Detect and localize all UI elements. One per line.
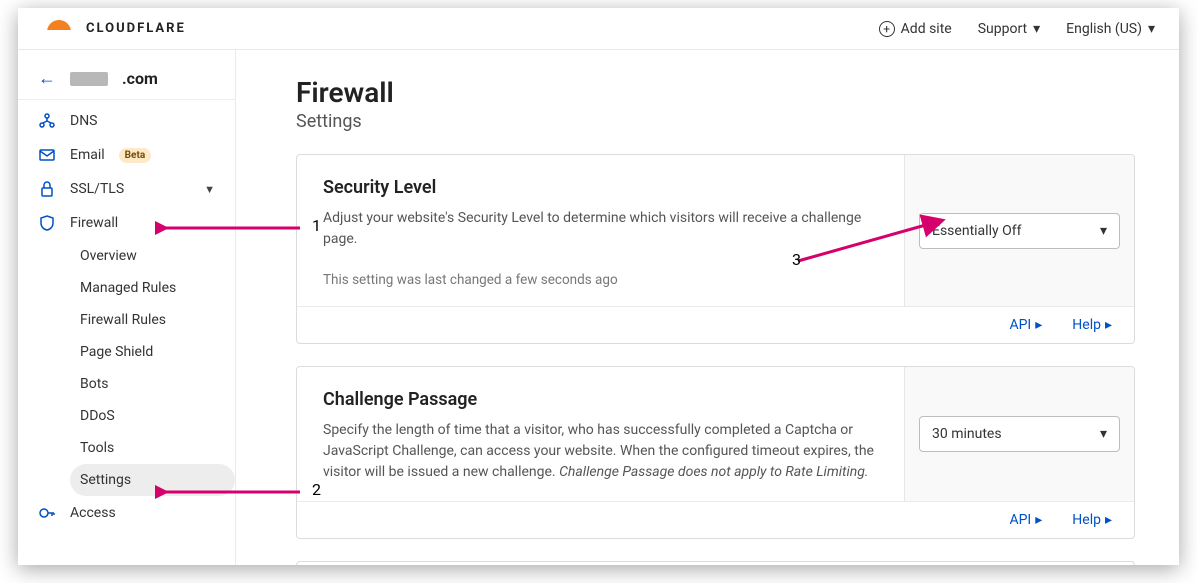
sidebar-item-label: SSL/TLS — [70, 181, 124, 197]
challenge-passage-select[interactable]: 30 minutes ▾ — [919, 416, 1120, 452]
main-content: Firewall Settings Security Level Adjust … — [236, 50, 1179, 565]
header-actions: + Add site Support ▾ English (US) ▾ — [879, 21, 1155, 37]
api-link[interactable]: API▸ — [1009, 317, 1042, 333]
email-icon — [38, 149, 56, 161]
language-label: English (US) — [1066, 21, 1142, 37]
page-title: Firewall — [296, 76, 1135, 109]
chevron-down-icon: ▾ — [1100, 426, 1107, 442]
card-title: Security Level — [323, 177, 878, 198]
subnav-page-shield[interactable]: Page Shield — [70, 336, 235, 368]
support-label: Support — [978, 21, 1027, 37]
subnav-settings[interactable]: Settings — [70, 464, 235, 496]
caret-right-icon: ▸ — [1035, 317, 1042, 333]
access-icon — [38, 505, 56, 521]
next-card-peek — [296, 561, 1135, 565]
caret-right-icon: ▸ — [1035, 512, 1042, 528]
caret-down-icon: ▾ — [1148, 21, 1155, 37]
subnav-ddos[interactable]: DDoS — [70, 400, 235, 432]
language-menu[interactable]: English (US) ▾ — [1066, 21, 1155, 37]
caret-right-icon: ▸ — [1105, 512, 1112, 528]
chevron-down-icon: ▾ — [1100, 223, 1107, 239]
dns-icon — [38, 113, 56, 129]
brand-text: CLOUDFLARE — [86, 21, 186, 36]
support-menu[interactable]: Support ▾ — [978, 21, 1040, 37]
subnav-tools[interactable]: Tools — [70, 432, 235, 464]
brand: CLOUDFLARE — [42, 20, 186, 38]
api-link[interactable]: API▸ — [1009, 512, 1042, 528]
page-subtitle: Settings — [296, 111, 1135, 132]
subnav-bots[interactable]: Bots — [70, 368, 235, 400]
site-domain-suffix: .com — [122, 69, 158, 88]
sidebar-item-label: DNS — [70, 113, 98, 129]
help-link[interactable]: Help▸ — [1072, 512, 1112, 528]
sidebar: ← .com DNS Email Beta — [18, 50, 236, 565]
sidebar-item-label: Access — [70, 505, 116, 521]
add-site-button[interactable]: + Add site — [879, 21, 952, 37]
sidebar-item-firewall[interactable]: Firewall ▼ — [18, 206, 235, 240]
back-arrow-icon[interactable]: ← — [38, 68, 56, 89]
beta-badge: Beta — [119, 148, 152, 163]
card-meta: This setting was last changed a few seco… — [323, 272, 878, 288]
sidebar-item-dns[interactable]: DNS — [18, 104, 235, 138]
sidebar-item-label: Email — [70, 147, 105, 163]
help-link[interactable]: Help▸ — [1072, 317, 1112, 333]
select-value: Essentially Off — [932, 223, 1021, 239]
chevron-down-icon: ▼ — [204, 183, 215, 196]
cloudflare-logo-icon — [42, 20, 76, 38]
sidebar-item-email[interactable]: Email Beta — [18, 138, 235, 172]
firewall-subnav: Overview Managed Rules Firewall Rules Pa… — [18, 240, 235, 496]
sidebar-nav: DNS Email Beta SSL/TLS ▼ — [18, 100, 235, 530]
challenge-passage-card: Challenge Passage Specify the length of … — [296, 366, 1135, 539]
subnav-overview[interactable]: Overview — [70, 240, 235, 272]
caret-right-icon: ▸ — [1105, 317, 1112, 333]
sidebar-item-ssl[interactable]: SSL/TLS ▼ — [18, 172, 235, 206]
top-bar: CLOUDFLARE + Add site Support ▾ English … — [18, 8, 1179, 50]
sidebar-item-access[interactable]: Access — [18, 496, 235, 530]
security-level-select[interactable]: Essentially Off ▾ — [919, 213, 1120, 249]
caret-down-icon: ▾ — [1033, 21, 1040, 37]
card-title: Challenge Passage — [323, 389, 878, 410]
select-value: 30 minutes — [932, 426, 1002, 442]
shield-icon — [38, 215, 56, 231]
site-name-redacted — [70, 72, 108, 86]
add-site-label: Add site — [901, 21, 952, 37]
site-selector[interactable]: ← .com — [18, 58, 235, 100]
subnav-firewall-rules[interactable]: Firewall Rules — [70, 304, 235, 336]
security-level-card: Security Level Adjust your website's Sec… — [296, 154, 1135, 344]
lock-icon — [38, 181, 56, 197]
subnav-managed-rules[interactable]: Managed Rules — [70, 272, 235, 304]
plus-circle-icon: + — [879, 21, 895, 37]
card-description: Adjust your website's Security Level to … — [323, 208, 878, 250]
card-description: Specify the length of time that a visito… — [323, 420, 878, 483]
sidebar-item-label: Firewall — [70, 215, 118, 231]
